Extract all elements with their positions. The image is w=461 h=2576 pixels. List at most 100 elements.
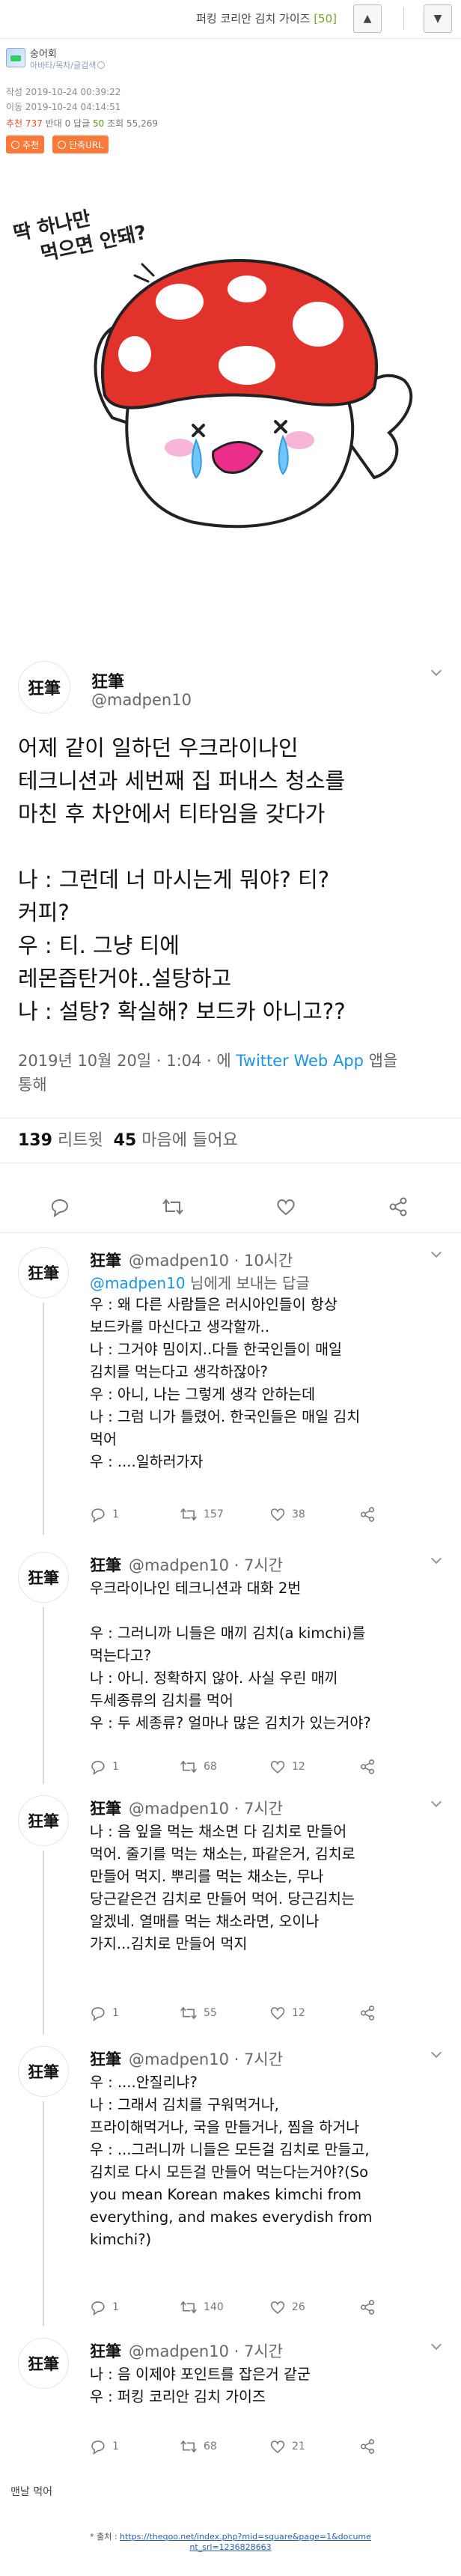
arrow-down-icon: ▼	[433, 13, 442, 25]
share-icon[interactable]	[359, 2005, 376, 2021]
tweet-author-handle[interactable]: @madpen10	[91, 691, 192, 709]
scroll-down-button[interactable]: ▼	[424, 4, 452, 33]
thread-line	[43, 1607, 44, 1784]
divider	[0, 1232, 461, 1233]
recommend-label: 추천	[6, 118, 23, 129]
source-link-cont[interactable]: nt_srl=1236828663	[189, 2542, 271, 2552]
reply-action[interactable]: 1	[90, 1506, 119, 1523]
reply-handle[interactable]: @madpen10 · 7시간	[129, 1553, 283, 1576]
reply-action[interactable]: 1	[90, 2299, 119, 2315]
reply-action[interactable]: 1	[90, 2438, 119, 2455]
tweet-avatar[interactable]: 狂筆	[18, 661, 70, 713]
blush-left	[165, 439, 195, 457]
reply-count: 1	[112, 1761, 119, 1773]
like-icon	[270, 2007, 285, 2020]
chevron-down-icon[interactable]	[430, 1246, 442, 1258]
retweet-count: 68	[204, 1761, 217, 1773]
like-count: 21	[292, 2440, 305, 2452]
retweet-count: 140	[204, 2301, 224, 2313]
main-tweet-actions	[0, 1181, 461, 1234]
reply-action[interactable]: 1	[90, 1759, 119, 1775]
author-avatar[interactable]	[6, 48, 25, 67]
reply-tweet: 狂筆 狂筆 @madpen10 · 7시간 나 : 음 잎을 먹는 채소면 다 …	[0, 1786, 461, 2037]
chevron-down-icon[interactable]	[430, 1796, 442, 1808]
reply-tweet: 狂筆 狂筆 @madpen10 · 10시간 @madpen10 님에게 보내는…	[0, 1234, 461, 1544]
tweet-client-link[interactable]: Twitter Web App	[236, 1052, 364, 1070]
chevron-down-icon[interactable]	[430, 2339, 442, 2351]
like-icon[interactable]	[275, 1196, 296, 1217]
reply-tweet: 狂筆 狂筆 @madpen10 · 7시간 우크라이나인 테크니션과 대화 2번…	[0, 1544, 461, 1786]
retweet-action[interactable]: 157	[180, 1506, 224, 1523]
chevron-down-icon[interactable]	[430, 665, 442, 677]
reply-handle[interactable]: @madpen10 · 7시간	[129, 2047, 283, 2070]
link-icon	[58, 140, 66, 149]
retweet-icon[interactable]	[162, 1196, 184, 1217]
reply-count: 1	[112, 2007, 119, 2019]
chevron-down-icon[interactable]	[430, 1553, 442, 1565]
author-role: 아바타/목차/글검색	[30, 59, 106, 71]
reply-author-name[interactable]: 狂筆	[90, 1797, 121, 1819]
reply-handle[interactable]: @madpen10 · 7시간	[129, 2339, 283, 2362]
reply-count: 50	[92, 118, 105, 129]
reply-author-name[interactable]: 狂筆	[90, 2047, 121, 2070]
like-icon	[270, 1508, 285, 1521]
reply-avatar[interactable]: 狂筆	[18, 1247, 69, 1298]
scroll-up-button[interactable]: ▲	[353, 4, 382, 33]
comment-count[interactable]: [50]	[314, 12, 337, 25]
reply-to-handle[interactable]: @madpen10	[90, 1274, 186, 1292]
cap-spot	[156, 284, 204, 320]
reply-author-name[interactable]: 狂筆	[90, 2339, 121, 2362]
reply-author-name[interactable]: 狂筆	[90, 1249, 121, 1271]
reply-icon	[91, 2301, 105, 2315]
retweet-action[interactable]: 68	[180, 2438, 217, 2455]
reply-icon[interactable]	[49, 1196, 70, 1217]
share-icon[interactable]	[388, 1196, 409, 1217]
like-action[interactable]: 26	[269, 2299, 305, 2315]
retweet-action[interactable]: 140	[180, 2299, 224, 2315]
cap-spot	[293, 302, 344, 347]
share-icon[interactable]	[359, 1759, 376, 1775]
like-action[interactable]: 12	[269, 2005, 305, 2021]
divider	[395, 4, 412, 33]
retweet-icon	[180, 2006, 197, 2020]
like-count[interactable]: 45	[114, 1131, 137, 1150]
retweet-count: 55	[204, 2007, 217, 2019]
like-count: 26	[292, 2301, 305, 2313]
author-name[interactable]: 숭어회	[30, 46, 57, 60]
reply-author-name[interactable]: 狂筆	[90, 1553, 121, 1576]
like-action[interactable]: 12	[269, 1759, 305, 1775]
reply-avatar[interactable]: 狂筆	[18, 1795, 69, 1846]
mushroom-illustration: 딱 하나만 먹으면 안돼?	[0, 193, 461, 567]
tweet-author-name[interactable]: 狂筆	[91, 669, 124, 692]
retweet-count[interactable]: 139	[18, 1131, 52, 1150]
source-label: * 출처 :	[90, 2532, 117, 2542]
reply-avatar[interactable]: 狂筆	[18, 2338, 69, 2389]
retweet-action[interactable]: 68	[180, 1759, 217, 1775]
like-action[interactable]: 38	[269, 1506, 305, 1523]
reply-tweet: 狂筆 狂筆 @madpen10 · 7시간 나 : 음 이제야 포인트를 잡은거…	[0, 2329, 461, 2467]
reply-handle[interactable]: @madpen10 · 10시간	[129, 1249, 293, 1271]
share-icon[interactable]	[359, 1506, 376, 1523]
share-icon[interactable]	[359, 2299, 376, 2315]
moved-label: 이동	[6, 102, 23, 112]
shorturl-button[interactable]: 단축URL	[52, 136, 109, 153]
retweet-label: 리트윗	[57, 1131, 103, 1150]
share-icon[interactable]	[359, 2438, 376, 2455]
badge-icon	[97, 61, 106, 69]
retweet-action[interactable]: 55	[180, 2005, 217, 2021]
recommend-button[interactable]: 추천	[6, 136, 45, 153]
thread-line	[43, 2101, 44, 2326]
oppose-label: 반대	[45, 118, 62, 129]
views-count: 55,269	[126, 118, 158, 129]
source-link[interactable]: https://theqoo.net/index.php?mid=square&…	[120, 2532, 371, 2542]
reply-avatar[interactable]: 狂筆	[18, 1552, 69, 1603]
like-action[interactable]: 21	[269, 2438, 305, 2455]
chevron-down-icon[interactable]	[430, 2047, 442, 2059]
reply-avatar[interactable]: 狂筆	[18, 2046, 69, 2097]
author-role-text[interactable]: 아바타/목차/글검색	[30, 61, 96, 70]
like-icon	[270, 2301, 285, 2314]
like-label: 마음에 들어요	[141, 1131, 238, 1150]
reply-action[interactable]: 1	[90, 2005, 119, 2021]
reply-to-text: 님에게 보내는 답글	[189, 1274, 310, 1292]
reply-handle[interactable]: @madpen10 · 7시간	[129, 1797, 283, 1819]
